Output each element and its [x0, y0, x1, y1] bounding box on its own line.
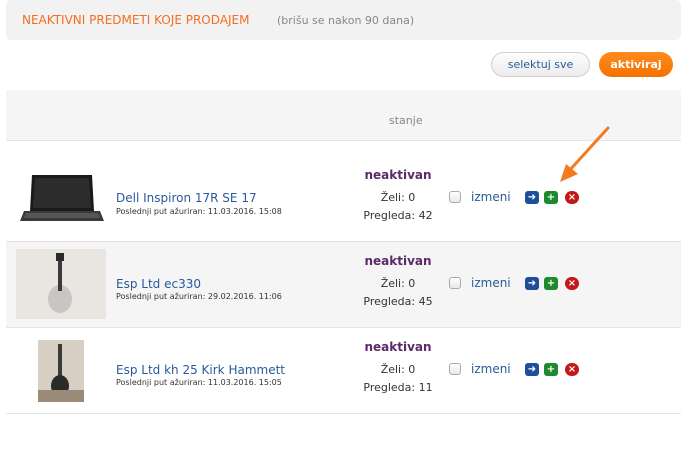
table-row: Esp Ltd kh 25 Kirk Hammett Poslednji put…: [6, 328, 681, 414]
item-updated: Poslednji put ažuriran: 29.02.2016. 11:0…: [116, 292, 282, 301]
item-views: Pregleda: 45: [363, 295, 433, 308]
activate-button[interactable]: aktiviraj: [599, 52, 673, 77]
guitar-image[interactable]: [16, 249, 106, 319]
close-icon[interactable]: ×: [565, 191, 579, 204]
plus-icon[interactable]: +: [544, 363, 558, 376]
arrow-right-icon[interactable]: ➜: [525, 277, 539, 290]
item-views: Pregleda: 42: [363, 209, 433, 222]
item-select-checkbox[interactable]: [449, 363, 461, 375]
item-wants: Želi: 0: [380, 363, 416, 376]
arrow-right-icon[interactable]: ➜: [525, 191, 539, 204]
edit-link[interactable]: izmeni: [471, 362, 511, 376]
plus-icon[interactable]: +: [544, 277, 558, 290]
item-select-checkbox[interactable]: [449, 277, 461, 289]
edit-link[interactable]: izmeni: [471, 190, 511, 204]
item-select-checkbox[interactable]: [449, 191, 461, 203]
item-updated: Poslednji put ažuriran: 11.03.2016. 15:0…: [116, 378, 282, 387]
item-wants: Želi: 0: [380, 277, 416, 290]
column-header-status: stanje: [389, 114, 423, 127]
orange-arrow-icon: [560, 126, 610, 182]
arrow-right-icon[interactable]: ➜: [525, 363, 539, 376]
header-bar: NEAKTIVNI PREDMETI KOJE PRODAJEM (brišu …: [6, 0, 681, 40]
close-icon[interactable]: ×: [565, 363, 579, 376]
select-all-button[interactable]: selektuj sve: [491, 52, 590, 77]
page-title: NEAKTIVNI PREDMETI KOJE PRODAJEM: [22, 13, 250, 27]
item-title-link[interactable]: Esp Ltd ec330: [116, 277, 201, 291]
item-wants: Želi: 0: [380, 191, 416, 204]
plus-icon[interactable]: +: [544, 191, 558, 204]
close-icon[interactable]: ×: [565, 277, 579, 290]
edit-link[interactable]: izmeni: [471, 276, 511, 290]
laptop-image[interactable]: [16, 163, 106, 233]
item-title-link[interactable]: Dell Inspiron 17R SE 17: [116, 191, 257, 205]
page-subtitle-note: (brišu se nakon 90 dana): [277, 14, 415, 27]
status-badge: neaktivan: [364, 254, 432, 268]
guitar-image[interactable]: [38, 340, 84, 402]
table-row: Esp Ltd ec330 Poslednji put ažuriran: 29…: [6, 242, 681, 328]
status-badge: neaktivan: [364, 340, 432, 354]
status-badge: neaktivan: [364, 168, 432, 182]
item-updated: Poslednji put ažuriran: 11.03.2016. 15:0…: [116, 207, 282, 216]
item-title-link[interactable]: Esp Ltd kh 25 Kirk Hammett: [116, 363, 285, 377]
item-views: Pregleda: 11: [363, 381, 433, 394]
